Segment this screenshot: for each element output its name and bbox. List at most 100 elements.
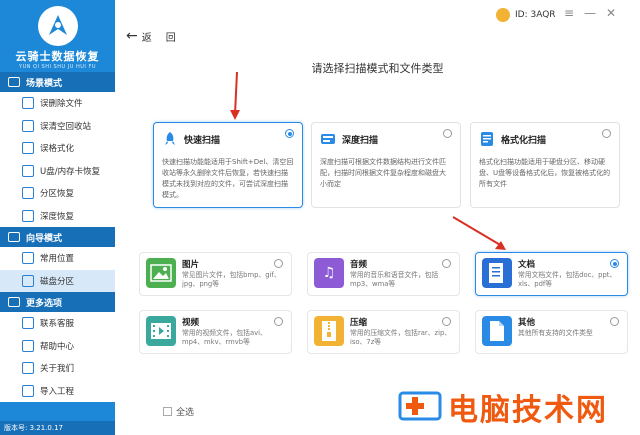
scan-mode-radio[interactable] bbox=[443, 129, 452, 138]
checkbox-icon bbox=[163, 407, 172, 416]
sidebar-item-common-location[interactable]: 常用位置 bbox=[0, 247, 115, 270]
file-type-desc: 常见图片文件，包括bmp、gif、jpg、png等 bbox=[182, 271, 281, 288]
more-options-icon bbox=[8, 297, 20, 307]
user-id-area[interactable]: ID: 3AQR bbox=[496, 8, 556, 22]
file-type-title: 其他 bbox=[518, 318, 536, 328]
sidebar-item-import[interactable]: 导入工程 bbox=[0, 380, 115, 403]
select-all-checkbox[interactable]: 全选 bbox=[163, 405, 194, 418]
sidebar-item-label: 帮助中心 bbox=[40, 341, 75, 352]
sidebar-item-recycle-bin[interactable]: 误清空回收站 bbox=[0, 115, 115, 138]
delete-file-icon bbox=[22, 97, 34, 110]
file-type-title: 图片 bbox=[182, 260, 200, 270]
watermark: 电脑技术网 bbox=[398, 385, 608, 429]
file-type-document[interactable]: 文档 常用文档文件，包括doc、ppt、xls、pdf等 bbox=[475, 252, 628, 296]
sidebar-item-about[interactable]: 关于我们 bbox=[0, 357, 115, 380]
file-type-radio[interactable] bbox=[610, 259, 619, 268]
scan-mode-radio[interactable] bbox=[602, 129, 611, 138]
file-type-radio[interactable] bbox=[274, 259, 283, 268]
file-type-other[interactable]: 其他 其他所有支持的文件类型 bbox=[475, 310, 628, 354]
scan-mode-desc: 快速扫描功能能适用于Shift+Del、清空回收站等永久删除文件后恢复，若快速扫… bbox=[162, 158, 294, 199]
disk-icon bbox=[22, 274, 34, 287]
page-heading: 请选择扫描模式和文件类型 bbox=[311, 62, 444, 75]
help-icon bbox=[22, 339, 34, 352]
music-note-icon: ♫ bbox=[314, 258, 344, 288]
scan-mode-title: 快速扫描 bbox=[184, 135, 221, 146]
section-wizard-mode: 向导模式 bbox=[0, 227, 115, 247]
section-title: 向导模式 bbox=[26, 233, 63, 244]
select-all-label: 全选 bbox=[176, 408, 195, 418]
user-avatar-icon bbox=[496, 8, 510, 22]
close-icon[interactable]: ✕ bbox=[606, 6, 616, 20]
sidebar-item-label: 误清空回收站 bbox=[40, 121, 92, 132]
file-type-desc: 常用的视频文件，包括avi、mp4、mkv、rmvb等 bbox=[182, 329, 267, 346]
sidebar-item-deep[interactable]: 深度恢复 bbox=[0, 205, 115, 228]
file-type-desc: 常用文档文件，包括doc、ppt、xls、pdf等 bbox=[518, 271, 617, 288]
sidebar-item-label: 深度恢复 bbox=[40, 211, 75, 222]
file-type-desc: 其他所有支持的文件类型 bbox=[518, 329, 593, 337]
scan-mode-desc: 格式化扫描功能适用于硬盘分区、移动硬盘、U盘等设备格式化后，恢复被格式化的所有文… bbox=[479, 158, 611, 188]
annotation-arrow-2 bbox=[452, 216, 506, 250]
scene-mode-list: 误删除文件 误清空回收站 误格式化 U盘/内存卡恢复 分区恢复 深度恢复 bbox=[0, 92, 115, 227]
other-file-icon bbox=[482, 316, 512, 346]
file-type-title: 压缩 bbox=[350, 318, 368, 328]
sidebar-item-deleted-files[interactable]: 误删除文件 bbox=[0, 92, 115, 115]
section-title: 场景模式 bbox=[26, 78, 63, 89]
scan-mode-title: 格式化扫描 bbox=[501, 135, 547, 146]
scene-mode-icon bbox=[8, 77, 20, 87]
file-type-title: 视频 bbox=[182, 318, 200, 328]
sidebar-item-usb-card[interactable]: U盘/内存卡恢复 bbox=[0, 160, 115, 183]
user-id: ID: 3AQR bbox=[515, 10, 556, 20]
partition-icon bbox=[22, 187, 34, 200]
sidebar-item-disk-partition[interactable]: 磁盘分区 bbox=[0, 269, 115, 292]
scan-mode-radio[interactable] bbox=[285, 129, 294, 138]
file-type-title: 音频 bbox=[350, 260, 368, 270]
arrow-left-icon: ← bbox=[126, 28, 138, 44]
scan-mode-format[interactable]: 格式化扫描 格式化扫描功能适用于硬盘分区、移动硬盘、U盘等设备格式化后，恢复被格… bbox=[470, 122, 620, 208]
file-type-desc: 常用的压缩文件，包括rar、zip、iso、7z等 bbox=[350, 329, 452, 346]
document-icon bbox=[482, 258, 512, 288]
sidebar-item-label: U盘/内存卡恢复 bbox=[40, 166, 101, 177]
deep-recovery-icon bbox=[22, 209, 34, 222]
film-icon bbox=[146, 316, 176, 346]
usb-icon bbox=[22, 164, 34, 177]
sidebar-item-partition[interactable]: 分区恢复 bbox=[0, 182, 115, 205]
file-type-archive[interactable]: 压缩 常用的压缩文件，包括rar、zip、iso、7z等 bbox=[307, 310, 460, 354]
sidebar-item-label: 关于我们 bbox=[40, 364, 75, 375]
file-type-radio[interactable] bbox=[442, 317, 451, 326]
file-type-desc: 常用的音乐和语音文件，包括mp3、wma等 bbox=[350, 271, 439, 288]
knight-logo-icon bbox=[37, 6, 78, 46]
section-title: 更多选项 bbox=[26, 298, 63, 309]
file-type-video[interactable]: 视频 常用的视频文件，包括avi、mp4、mkv、rmvb等 bbox=[139, 310, 292, 354]
section-more-options: 更多选项 bbox=[0, 292, 115, 312]
file-type-radio[interactable] bbox=[274, 317, 283, 326]
sidebar-item-label: 磁盘分区 bbox=[40, 276, 75, 287]
sidebar-item-label: 误删除文件 bbox=[40, 99, 83, 110]
sidebar-item-help[interactable]: 帮助中心 bbox=[0, 335, 115, 358]
file-type-audio[interactable]: ♫ 音频 常用的音乐和语音文件，包括mp3、wma等 bbox=[307, 252, 460, 296]
rocket-icon bbox=[165, 132, 175, 145]
file-type-radio[interactable] bbox=[442, 259, 451, 268]
scan-mode-deep[interactable]: 深度扫描 深度扫描可根据文件数据结构进行文件匹配，扫描时间根据文件复杂程度和磁盘… bbox=[311, 122, 461, 208]
wizard-mode-list: 常用位置 磁盘分区 bbox=[0, 247, 115, 292]
image-icon bbox=[146, 258, 176, 288]
sidebar-item-label: 误格式化 bbox=[40, 144, 75, 155]
archive-icon bbox=[314, 316, 344, 346]
sidebar-item-format[interactable]: 误格式化 bbox=[0, 137, 115, 160]
sidebar-item-contact[interactable]: 联系客服 bbox=[0, 312, 115, 335]
back-button[interactable]: ← 返 回 bbox=[126, 28, 176, 44]
file-type-title: 文档 bbox=[518, 260, 536, 270]
annotation-arrow-1 bbox=[230, 71, 240, 120]
back-label-2: 回 bbox=[165, 32, 176, 44]
format-icon bbox=[22, 142, 34, 155]
deep-scan-icon bbox=[321, 134, 335, 144]
recycle-bin-icon bbox=[22, 119, 34, 132]
menu-icon[interactable]: ≡ bbox=[564, 6, 574, 20]
file-type-radio[interactable] bbox=[610, 317, 619, 326]
scan-mode-desc: 深度扫描可根据文件数据结构进行文件匹配，扫描时间根据文件复杂程度和磁盘大小而定 bbox=[320, 158, 446, 188]
format-scan-icon bbox=[481, 132, 493, 146]
minimize-icon[interactable]: — bbox=[584, 6, 596, 20]
scan-mode-title: 深度扫描 bbox=[342, 135, 379, 146]
scan-mode-quick[interactable]: 快速扫描 快速扫描功能能适用于Shift+Del、清空回收站等永久删除文件后恢复… bbox=[153, 122, 303, 208]
file-type-image[interactable]: 图片 常见图片文件，包括bmp、gif、jpg、png等 bbox=[139, 252, 292, 296]
back-label: 返 bbox=[141, 32, 152, 44]
